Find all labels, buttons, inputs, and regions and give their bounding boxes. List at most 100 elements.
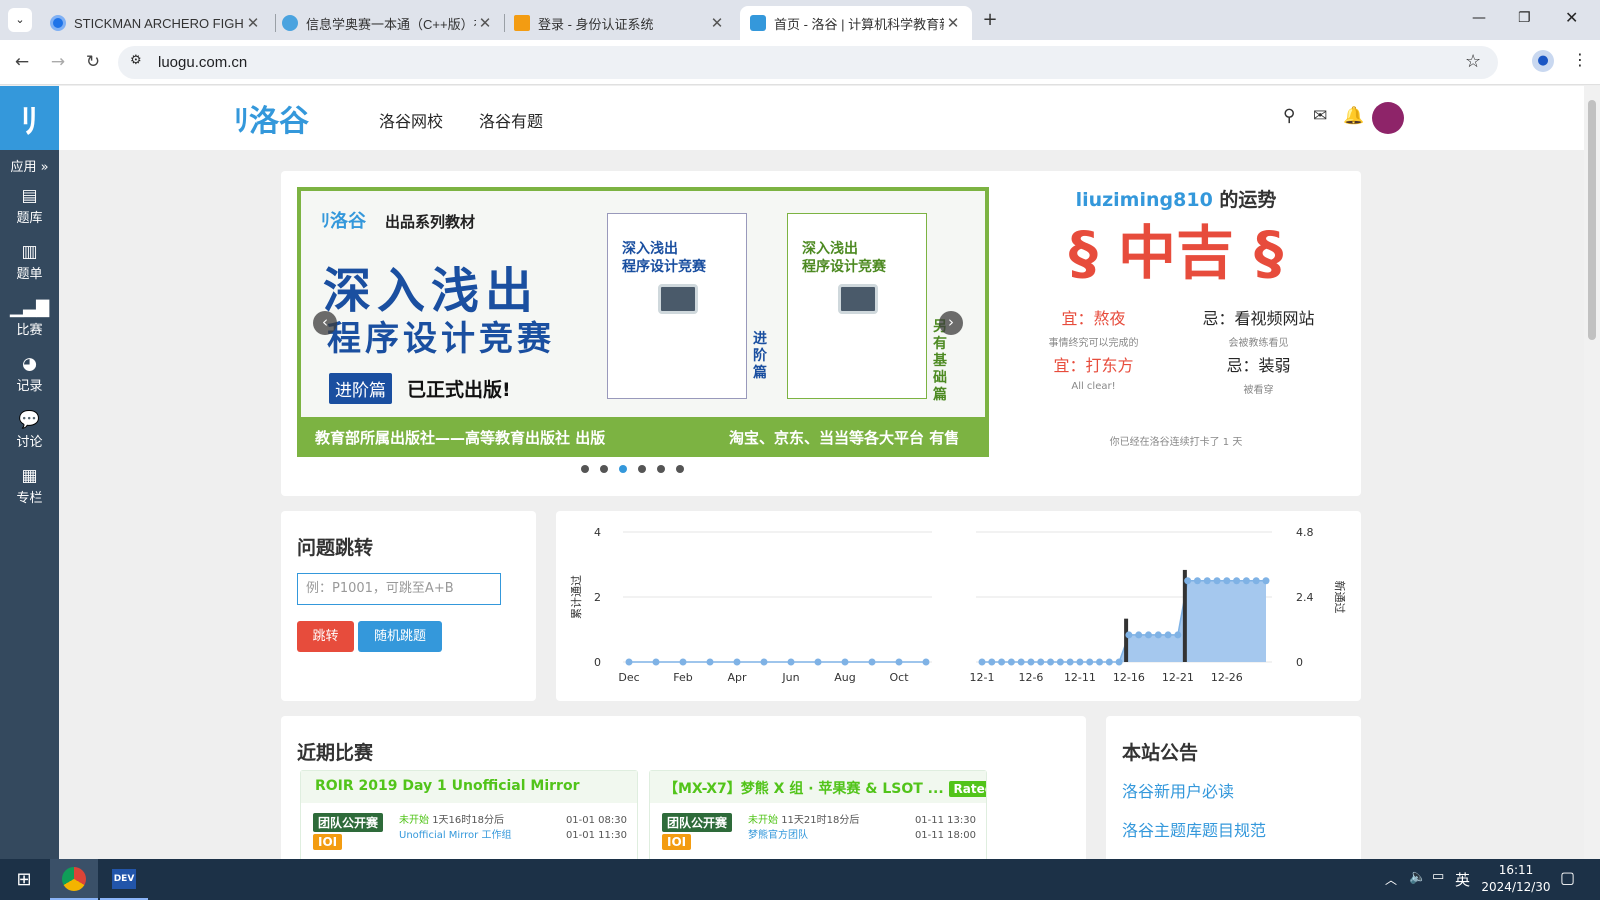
forward-icon[interactable]: → (46, 50, 70, 74)
banner-brand: ﾘ洛谷 (321, 207, 366, 233)
sidebar-item-records[interactable]: ◕ 记录 (0, 354, 59, 394)
close-tab-icon[interactable]: ✕ (244, 14, 262, 32)
contest-tile[interactable]: ROIR 2019 Day 1 Unofficial Mirror 团队公开赛 … (300, 770, 638, 870)
mail-icon[interactable]: ✉ (1313, 106, 1327, 126)
close-tab-icon[interactable]: ✕ (476, 14, 494, 32)
carousel-dot[interactable] (657, 465, 665, 473)
carousel-dot[interactable] (581, 465, 589, 473)
fortune-username[interactable]: liuziming810 (1076, 189, 1213, 211)
close-tab-icon[interactable]: ✕ (708, 14, 726, 32)
y-tick-label: 2.4 (1296, 591, 1314, 604)
nav-link-school[interactable]: 洛谷网校 (379, 108, 443, 132)
carousel-dot[interactable] (638, 465, 646, 473)
tab-title: STICKMAN ARCHERO FIGHT (74, 15, 244, 31)
close-window-icon[interactable]: ✕ (1565, 8, 1578, 27)
scrollbar-thumb[interactable] (1588, 100, 1596, 340)
sidebar-item-label: 比赛 (16, 323, 43, 338)
minimize-icon[interactable]: — (1472, 10, 1486, 26)
data-point (1027, 658, 1035, 666)
carousel[interactable]: ﾘ洛谷 出品系列教材 深入浅出 程序设计竞赛 进阶篇 已正式出版! 深入浅出 程序… (297, 187, 989, 457)
problem-jump-title: 问题跳转 (297, 537, 374, 559)
book-cover: 深入浅出 程序设计竞赛 (607, 213, 747, 399)
data-point (988, 658, 996, 666)
fortune-good-desc: All clear! (1071, 381, 1116, 392)
chart-bar (1124, 618, 1129, 662)
reload-icon[interactable]: ↻ (81, 50, 105, 74)
announcement-link[interactable]: 洛谷主题库题目规范 (1122, 817, 1266, 841)
y-tick-label: 2 (594, 591, 601, 604)
site-logo[interactable]: ﾘ洛谷 (234, 96, 309, 140)
x-tick-label: Oct (889, 671, 909, 684)
side-nav: ﾘ 应用 » ▤ 题库 ▥ 题单 ▁▃▇ 比赛 ◕ 记录 💬 讨论 ▦ 专栏 (0, 86, 59, 859)
omnibox[interactable]: ⚙ luogu.com.cn ☆ (118, 46, 1498, 79)
carousel-dot[interactable] (600, 465, 608, 473)
tab-search-button[interactable]: ⌄ (8, 8, 32, 32)
bar-chart-icon: ▁▃▇ (9, 298, 50, 318)
site-info-icon[interactable]: ⚙ (130, 53, 142, 68)
x-tick-label: 12-16 (1113, 671, 1145, 684)
book-side-label: 进阶篇 (753, 331, 767, 381)
contest-organizer[interactable]: 梦熊官方团队 (748, 830, 808, 841)
ime-indicator[interactable]: 英 (1455, 869, 1470, 890)
browser-tab-active[interactable]: 首页 - 洛谷 | 计算机科学教育新 ✕ (740, 6, 972, 40)
carousel-prev-icon[interactable]: ‹ (313, 311, 337, 335)
volume-icon[interactable]: 🔈 (1409, 869, 1426, 885)
sidebar-item-blog[interactable]: ▦ 专栏 (0, 466, 59, 506)
bell-icon[interactable]: 🔔 (1343, 106, 1364, 126)
back-icon[interactable]: ← (10, 50, 34, 74)
jump-button[interactable]: 跳转 (297, 621, 354, 652)
data-point (1193, 577, 1201, 585)
data-point (998, 658, 1006, 666)
random-jump-button[interactable]: 随机跳题 (358, 621, 442, 652)
avatar[interactable] (1372, 102, 1404, 134)
carousel-next-icon[interactable]: › (939, 311, 963, 335)
data-point (1144, 631, 1152, 639)
problem-id-input[interactable]: 例：P1001，可跳至A+B (297, 573, 501, 605)
x-tick-label: 12-11 (1064, 671, 1096, 684)
data-point (1066, 658, 1074, 666)
luogu-logo-icon[interactable]: ﾘ (0, 86, 59, 150)
sidebar-item-problem-lists[interactable]: ▥ 题单 (0, 242, 59, 282)
browser-tab[interactable]: 信息学奥赛一本通（C++版）在 ✕ (272, 6, 504, 40)
announcement-link[interactable]: 洛谷新用户必读 (1122, 778, 1234, 802)
sidebar-item-contests[interactable]: ▁▃▇ 比赛 (0, 298, 59, 338)
chrome-taskbar-icon[interactable] (50, 859, 98, 900)
network-icon[interactable]: ▭ (1432, 869, 1444, 884)
y-axis-label: 新通过 (1333, 581, 1347, 614)
contest-status: 未开始 (399, 815, 429, 826)
banner-subtitle: 程序设计竞赛 (327, 319, 555, 359)
contest-organizer[interactable]: Unofficial Mirror 工作组 (399, 830, 511, 841)
new-tab-button[interactable]: + (978, 8, 1002, 32)
contest-tile[interactable]: 【MX-X7】梦熊 X 组 · 苹果赛 & LSOT ... Rated 团队公… (649, 770, 987, 870)
data-point (1125, 631, 1133, 639)
contest-name[interactable]: ROIR 2019 Day 1 Unofficial Mirror (301, 771, 637, 803)
close-tab-icon[interactable]: ✕ (944, 14, 962, 32)
apps-toggle[interactable]: 应用 » (0, 156, 59, 175)
data-point (1037, 658, 1045, 666)
windows-start-icon[interactable]: ⊞ (0, 859, 48, 900)
bookmark-star-icon[interactable]: ☆ (1465, 51, 1481, 72)
profile-icon[interactable]: ● (1532, 50, 1554, 72)
restore-icon[interactable]: ❐ (1518, 10, 1531, 26)
clock[interactable]: 16:11 2024/12/30 (1476, 862, 1556, 896)
y-tick-label: 0 (1296, 656, 1303, 669)
data-point (1105, 658, 1113, 666)
carousel-dot[interactable] (676, 465, 684, 473)
browser-tab[interactable]: STICKMAN ARCHERO FIGHT ✕ (40, 6, 272, 40)
page-scrollbar[interactable] (1584, 86, 1600, 859)
tray-chevron-icon[interactable]: ︿ (1385, 871, 1397, 888)
search-icon[interactable]: ⚲ (1283, 106, 1295, 126)
browser-menu-icon[interactable]: ⋮ (1572, 50, 1588, 69)
browser-tab[interactable]: 登录 - 身份认证系统 ✕ (504, 6, 736, 40)
fortune-bad-value: 装弱 (1258, 356, 1291, 375)
notification-icon[interactable]: ▢ (1560, 868, 1575, 887)
nav-link-youti[interactable]: 洛谷有题 (479, 108, 543, 132)
carousel-dot[interactable] (619, 465, 627, 473)
data-point (841, 658, 849, 666)
sidebar-item-problems[interactable]: ▤ 题库 (0, 186, 59, 226)
fortune-good-key: 宜： (1053, 356, 1086, 375)
url-text[interactable]: luogu.com.cn (158, 54, 247, 71)
devcpp-taskbar-icon[interactable]: DEV (100, 859, 148, 900)
sidebar-item-discuss[interactable]: 💬 讨论 (0, 410, 59, 450)
contest-name[interactable]: 【MX-X7】梦熊 X 组 · 苹果赛 & LSOT ... (664, 781, 944, 797)
